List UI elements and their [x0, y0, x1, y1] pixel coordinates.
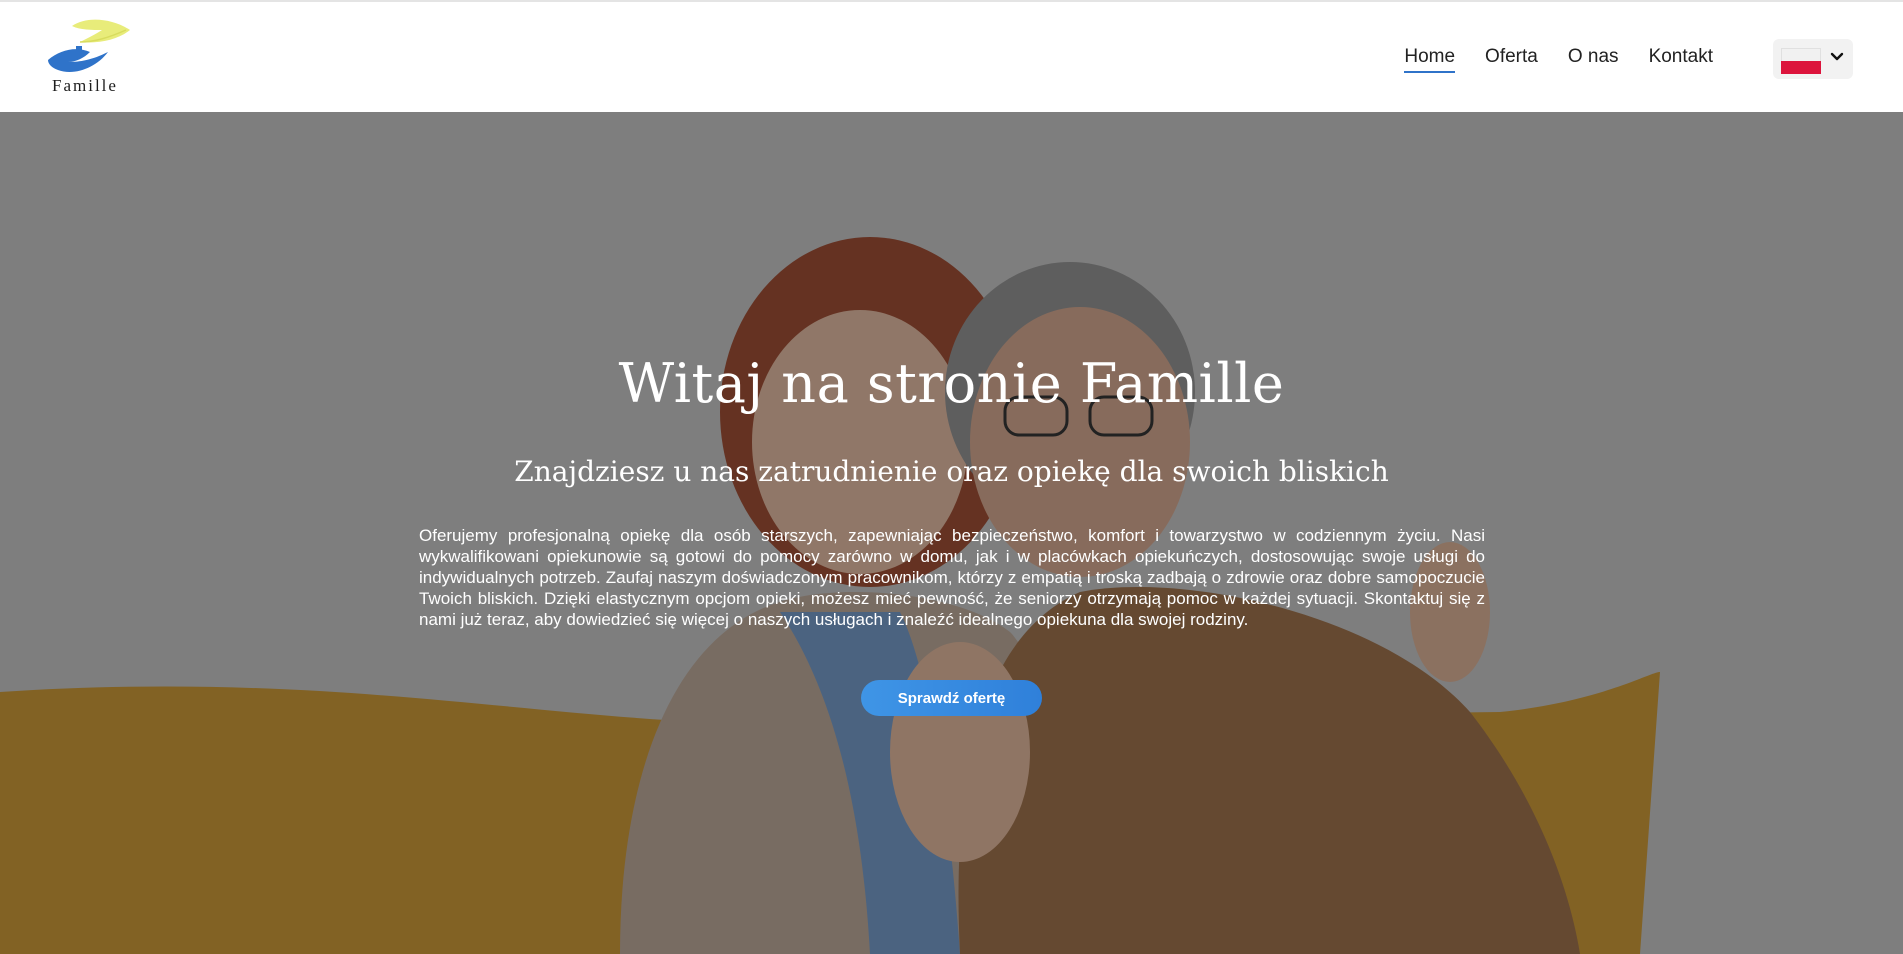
brand-logo[interactable]: Famille: [46, 18, 136, 100]
hero-section: Witaj na stronie Famille Znajdziesz u na…: [0, 112, 1903, 954]
nav-kontakt[interactable]: Kontakt: [1649, 46, 1713, 73]
poland-flag-icon: [1781, 48, 1821, 74]
brand-name: Famille: [52, 76, 118, 95]
hero-subtitle: Znajdziesz u nas zatrudnienie oraz opiek…: [514, 455, 1389, 488]
hero-description: Oferujemy profesjonalną opiekę dla osób …: [419, 526, 1485, 629]
nav-home[interactable]: Home: [1404, 46, 1456, 73]
hero-title: Witaj na stronie Famille: [618, 352, 1285, 415]
hands-sun-icon: [48, 19, 130, 72]
nav-o-nas[interactable]: O nas: [1568, 46, 1619, 73]
chevron-down-icon: [1830, 52, 1844, 61]
language-selector[interactable]: [1773, 39, 1853, 79]
main-navigation: Home Oferta O nas Kontakt: [1404, 46, 1713, 73]
check-offer-button[interactable]: Sprawdź ofertę: [861, 680, 1042, 716]
site-header: Famille Home Oferta O nas Kontakt: [0, 2, 1903, 112]
nav-oferta[interactable]: Oferta: [1485, 46, 1538, 73]
